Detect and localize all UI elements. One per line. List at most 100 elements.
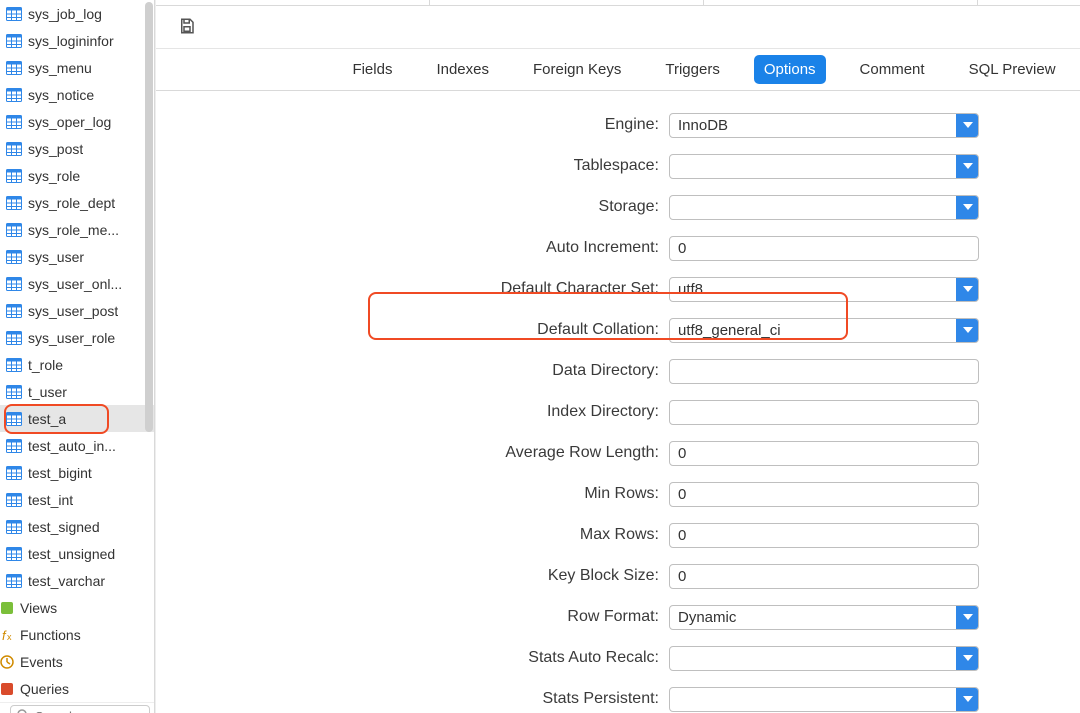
sidebar-item-label: test_varchar xyxy=(28,573,105,589)
dropdown-button[interactable] xyxy=(956,688,978,711)
table-icon xyxy=(6,520,22,534)
key_block_size-control xyxy=(669,564,989,589)
sidebar-search[interactable] xyxy=(10,705,150,713)
sidebar-section-views[interactable]: Views xyxy=(0,594,154,621)
top-tab[interactable] xyxy=(704,0,978,5)
sidebar-item-label: t_role xyxy=(28,357,63,373)
tab-foreign-keys[interactable]: Foreign Keys xyxy=(523,55,631,84)
dropdown-button[interactable] xyxy=(956,196,978,219)
save-button[interactable] xyxy=(176,16,198,38)
sidebar-table-test_bigint[interactable]: test_bigint xyxy=(0,459,154,486)
sidebar-table-sys_user_role[interactable]: sys_user_role xyxy=(0,324,154,351)
engine-control: InnoDB xyxy=(669,113,989,138)
table-icon xyxy=(6,385,22,399)
top-tab[interactable] xyxy=(430,0,704,5)
sidebar-table-sys_role_dept[interactable]: sys_role_dept xyxy=(0,189,154,216)
sidebar-table-sys_job_log[interactable]: sys_job_log xyxy=(0,0,154,27)
storage-combo[interactable] xyxy=(669,195,979,220)
tab-indexes[interactable]: Indexes xyxy=(426,55,499,84)
data_directory-input[interactable] xyxy=(669,359,979,384)
form-row-auto_increment: Auto Increment: xyxy=(156,228,1080,269)
form-row-avg_row_length: Average Row Length: xyxy=(156,433,1080,474)
tablespace-label: Tablespace: xyxy=(156,157,669,175)
table-icon xyxy=(6,223,22,237)
storage-value xyxy=(670,196,956,219)
engine-combo[interactable]: InnoDB xyxy=(669,113,979,138)
sidebar-table-sys_role[interactable]: sys_role xyxy=(0,162,154,189)
dropdown-button[interactable] xyxy=(956,319,978,342)
tab-sql-preview[interactable]: SQL Preview xyxy=(959,55,1066,84)
min_rows-input[interactable] xyxy=(669,482,979,507)
dropdown-button[interactable] xyxy=(956,155,978,178)
table-icon xyxy=(6,304,22,318)
tab-comment[interactable]: Comment xyxy=(850,55,935,84)
sidebar-tree: sys_job_log sys_logininforsys_menusys_not… xyxy=(0,0,154,713)
default_charset-label: Default Character Set: xyxy=(156,280,669,298)
dropdown-button[interactable] xyxy=(956,647,978,670)
sidebar-table-test_varchar[interactable]: test_varchar xyxy=(0,567,154,594)
sidebar-table-test_int[interactable]: test_int xyxy=(0,486,154,513)
sidebar-item-label: sys_oper_log xyxy=(28,114,111,130)
sidebar-table-sys_notice[interactable]: sys_notice xyxy=(0,81,154,108)
magnifier-icon xyxy=(17,708,29,713)
sidebar-item-label: test_int xyxy=(28,492,73,508)
sidebar-table-sys_logininfor[interactable]: sys_logininfor xyxy=(0,27,154,54)
sidebar-table-sys_user_post[interactable]: sys_user_post xyxy=(0,297,154,324)
sidebar-item-label: test_auto_in... xyxy=(28,438,116,454)
tablespace-control xyxy=(669,154,989,179)
sidebar-table-t_user[interactable]: t_user xyxy=(0,378,154,405)
sidebar-table-t_role[interactable]: t_role xyxy=(0,351,154,378)
sidebar-section-functions[interactable]: fxFunctions xyxy=(0,621,154,648)
sidebar-table-test_a[interactable]: test_a xyxy=(0,405,154,432)
auto_increment-input[interactable] xyxy=(669,236,979,261)
sidebar-section-queries[interactable]: Queries xyxy=(0,675,154,702)
stats_auto_recalc-combo[interactable] xyxy=(669,646,979,671)
table-icon xyxy=(6,142,22,156)
row_format-combo[interactable]: Dynamic xyxy=(669,605,979,630)
dropdown-button[interactable] xyxy=(956,278,978,301)
max_rows-input[interactable] xyxy=(669,523,979,548)
sidebar-table-sys_user[interactable]: sys_user xyxy=(0,243,154,270)
key_block_size-input[interactable] xyxy=(669,564,979,589)
toolbar xyxy=(156,6,1080,50)
sidebar-table-sys_post[interactable]: sys_post xyxy=(0,135,154,162)
top-tab[interactable] xyxy=(156,0,430,5)
top-tab[interactable] xyxy=(978,0,1080,5)
table-icon xyxy=(6,7,22,21)
sidebar-item-label: sys_role_dept xyxy=(28,195,115,211)
form-row-storage: Storage: xyxy=(156,187,1080,228)
table-icon xyxy=(6,466,22,480)
search-input[interactable] xyxy=(33,708,154,713)
sidebar-table-test_unsigned[interactable]: test_unsigned xyxy=(0,540,154,567)
tab-fields[interactable]: Fields xyxy=(342,55,402,84)
default_charset-value: utf8 xyxy=(670,278,956,301)
sidebar-section-events[interactable]: Events xyxy=(0,648,154,675)
sidebar-table-test_auto_in-[interactable]: test_auto_in... xyxy=(0,432,154,459)
sidebar-table-sys_oper_log[interactable]: sys_oper_log xyxy=(0,108,154,135)
default_collation-combo[interactable]: utf8_general_ci xyxy=(669,318,979,343)
table-icon xyxy=(6,493,22,507)
auto_increment-label: Auto Increment: xyxy=(156,239,669,257)
default_charset-combo[interactable]: utf8 xyxy=(669,277,979,302)
sidebar-item-label: sys_job_log xyxy=(28,6,102,22)
table-icon xyxy=(6,250,22,264)
sidebar-item-label: test_bigint xyxy=(28,465,92,481)
sidebar-item-label: Functions xyxy=(20,627,81,643)
default_charset-control: utf8 xyxy=(669,277,989,302)
tab-options[interactable]: Options xyxy=(754,55,826,84)
sidebar-table-sys_user_onl-[interactable]: sys_user_onl... xyxy=(0,270,154,297)
tab-triggers[interactable]: Triggers xyxy=(655,55,729,84)
main-area: Fields Indexes Foreign Keys Triggers Options… xyxy=(155,0,1080,713)
sidebar-table-test_signed[interactable]: test_signed xyxy=(0,513,154,540)
dropdown-button[interactable] xyxy=(956,114,978,137)
sidebar-table-sys_role_me-[interactable]: sys_role_me... xyxy=(0,216,154,243)
stats_persistent-combo[interactable] xyxy=(669,687,979,712)
sidebar-table-sys_menu[interactable]: sys_menu xyxy=(0,54,154,81)
avg_row_length-input[interactable] xyxy=(669,441,979,466)
default_collation-value: utf8_general_ci xyxy=(670,319,956,342)
sidebar-scrollbar[interactable] xyxy=(145,2,153,432)
options-form: Engine:InnoDBTablespace:Storage:Auto Inc… xyxy=(156,91,1080,713)
dropdown-button[interactable] xyxy=(956,606,978,629)
index_directory-input[interactable] xyxy=(669,400,979,425)
tablespace-combo[interactable] xyxy=(669,154,979,179)
